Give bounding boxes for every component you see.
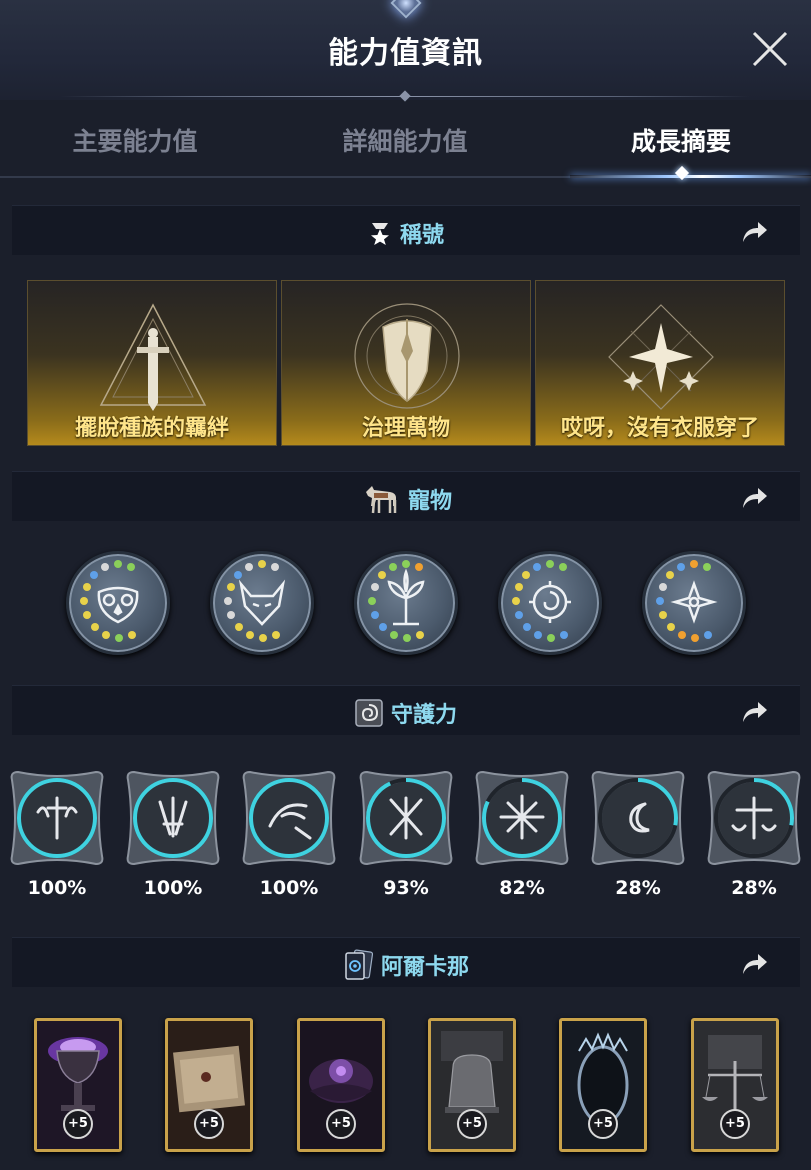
title-card[interactable]: 治理萬物: [281, 280, 531, 446]
bird-arrow-crest[interactable]: [240, 768, 338, 868]
tree-pet-icon[interactable]: [354, 551, 458, 655]
horse-icon: [365, 486, 397, 514]
sword-triangle-emblem: [99, 303, 207, 411]
guardian-percent: 28%: [615, 877, 661, 899]
sun-star-crest[interactable]: [473, 768, 571, 868]
guardian-glyph: [499, 794, 545, 840]
section-title-guardian: 守護力: [390, 703, 457, 728]
scales-crest[interactable]: [705, 768, 803, 868]
guardian-percent: 100%: [259, 877, 319, 899]
title-label: 治理萬物: [361, 416, 450, 441]
shield-emblem: [354, 303, 460, 409]
dark-flower-card[interactable]: +5: [297, 1018, 385, 1152]
window-title: 能力值資訊: [328, 36, 483, 71]
card-level-badge: +5: [720, 1109, 750, 1139]
tab-bar: 主要能力值 詳細能力值 成長摘要: [0, 100, 811, 181]
guardian-percent: 100%: [143, 877, 203, 899]
card-level-badge: +5: [194, 1109, 224, 1139]
guardian-percent: 93%: [383, 877, 429, 899]
card-level-badge: +5: [457, 1109, 487, 1139]
bell-card[interactable]: +5: [428, 1018, 516, 1152]
close-icon[interactable]: [748, 27, 792, 71]
section-title-titles: 稱號: [399, 223, 444, 248]
card-deck-icon: [345, 949, 373, 980]
chalice-card[interactable]: +5: [34, 1018, 122, 1152]
medal-star-icon: [370, 223, 389, 245]
tab-growth-summary[interactable]: 成長摘要: [546, 122, 811, 158]
mirror-card[interactable]: +5: [559, 1018, 647, 1152]
claw-blade-crest[interactable]: [124, 768, 222, 868]
swirl-pet-icon[interactable]: [498, 551, 602, 655]
section-header-arcana: 阿爾卡那: [12, 937, 800, 987]
window-header: 能力值資訊: [0, 0, 811, 102]
section-header-pets: 寵物: [12, 471, 800, 521]
scales-card[interactable]: +5: [691, 1018, 779, 1152]
tab-main-stats[interactable]: 主要能力值: [0, 122, 270, 158]
wolf-pet-icon[interactable]: [210, 551, 314, 655]
guardian-percent: 28%: [731, 877, 777, 899]
header-gem-ornament: [390, 0, 422, 19]
title-card[interactable]: 哎呀，沒有衣服穿了: [535, 280, 785, 446]
title-label: 哎呀，沒有衣服穿了: [560, 416, 759, 441]
card-level-badge: +5: [326, 1109, 356, 1139]
guardian-percent: 100%: [27, 877, 87, 899]
active-tab-indicator: [570, 175, 811, 178]
share-icon[interactable]: [740, 218, 768, 244]
section-header-titles: 稱號: [12, 205, 800, 255]
owl-pet-icon[interactable]: [66, 551, 170, 655]
sparkle-stars-emblem: [608, 304, 714, 410]
section-header-guardian: 守護力: [12, 685, 800, 735]
flower-pet-icon[interactable]: [642, 551, 746, 655]
share-icon[interactable]: [740, 484, 768, 510]
card-level-badge: +5: [588, 1109, 618, 1139]
guardian-face: [253, 782, 325, 854]
share-icon[interactable]: [740, 950, 768, 976]
scroll-card[interactable]: +5: [165, 1018, 253, 1152]
section-title-pets: 寵物: [407, 489, 452, 514]
sword-wings-crest[interactable]: [8, 768, 106, 868]
card-level-badge: +5: [63, 1109, 93, 1139]
crossed-blades-crest[interactable]: [357, 768, 455, 868]
tab-detailed-stats[interactable]: 詳細能力值: [270, 122, 540, 158]
spiral-rune-icon: [355, 699, 383, 727]
guardian-percent: 82%: [499, 877, 545, 899]
title-label: 擺脫種族的羈絆: [74, 416, 229, 441]
moon-crest[interactable]: [589, 768, 687, 868]
section-title-arcana: 阿爾卡那: [380, 955, 469, 980]
title-card[interactable]: 擺脫種族的羈絆: [27, 280, 277, 446]
share-icon[interactable]: [740, 698, 768, 724]
